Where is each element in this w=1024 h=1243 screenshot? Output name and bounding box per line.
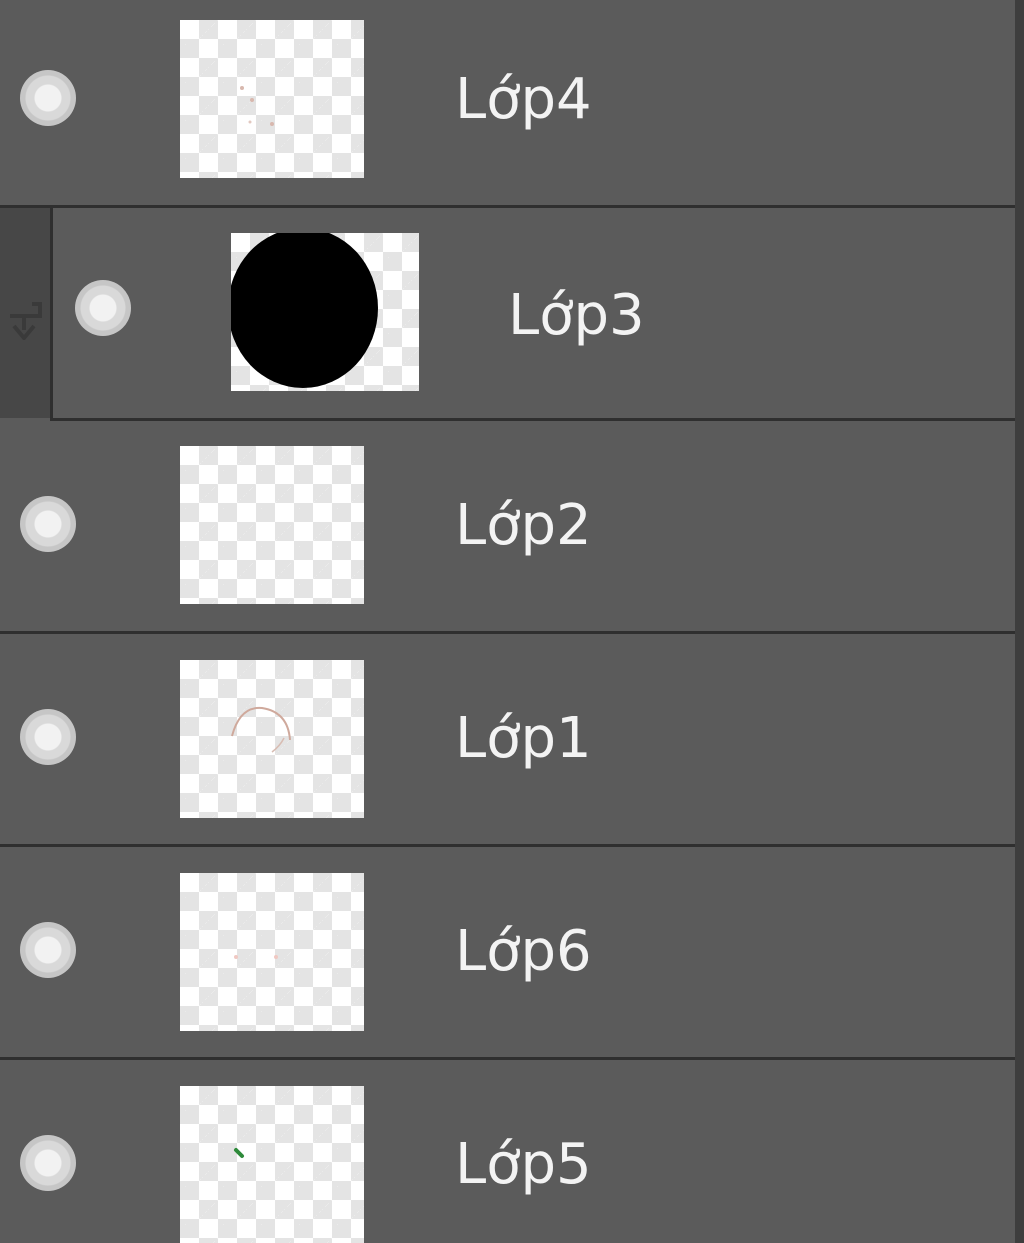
- eye-icon[interactable]: [20, 922, 76, 978]
- eye-icon[interactable]: [20, 496, 76, 552]
- layer-row-lop4[interactable]: Lớp4: [0, 0, 1015, 208]
- layer-row-lop6[interactable]: Lớp6: [0, 847, 1015, 1060]
- layer-name: Lớp6: [455, 919, 592, 984]
- layer-name: Lớp2: [455, 493, 592, 558]
- layer-name: Lớp5: [455, 1132, 592, 1197]
- layer-thumbnail: [180, 446, 364, 604]
- panel-right-edge: [1015, 0, 1024, 1243]
- layer-row-lop2[interactable]: Lớp2: [0, 421, 1015, 634]
- layer-name: Lớp3: [508, 283, 645, 348]
- eye-icon[interactable]: [20, 1135, 76, 1191]
- layer-thumbnail: [180, 1086, 364, 1243]
- eye-icon[interactable]: [75, 280, 131, 336]
- layer-row-lop1[interactable]: Lớp1: [0, 634, 1015, 847]
- layer-row-lop3[interactable]: Lớp3: [50, 208, 1015, 421]
- layer-thumbnail: [180, 873, 364, 1031]
- layer-thumbnail: [180, 660, 364, 818]
- clipping-mask-arrow-icon: [10, 302, 42, 340]
- layers-panel: Lớp4 Lớp3 Lớp2 Lớp1 Lớp6 Lớp5: [0, 0, 1024, 1243]
- layer-thumbnail: [231, 233, 419, 391]
- eye-icon[interactable]: [20, 709, 76, 765]
- layer-thumbnail: [180, 20, 364, 178]
- layer-name: Lớp1: [455, 706, 592, 771]
- layer-row-lop5[interactable]: Lớp5: [0, 1060, 1015, 1243]
- eye-icon[interactable]: [20, 70, 76, 126]
- layer-name: Lớp4: [455, 67, 592, 132]
